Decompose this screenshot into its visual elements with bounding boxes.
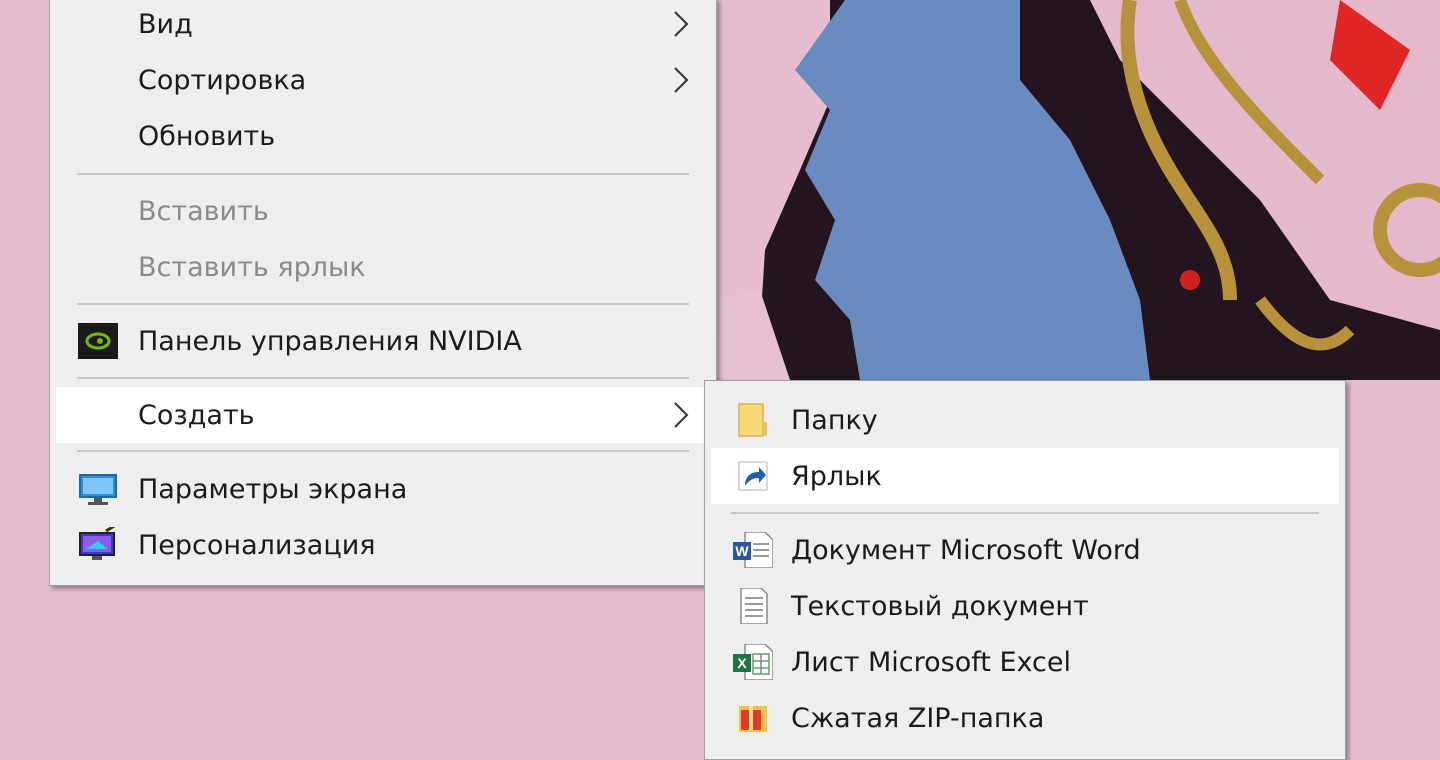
chevron-right-icon: [674, 67, 689, 93]
personalization-icon: [79, 527, 116, 560]
menu-item-label: Сортировка: [138, 64, 307, 96]
submenu-item-label: Документ Microsoft Word: [791, 534, 1141, 566]
folder-icon: [738, 403, 767, 437]
chevron-right-icon: [674, 402, 689, 428]
menu-separator: [77, 450, 689, 452]
svg-text:W: W: [735, 543, 749, 559]
menu-item-label: Создать: [138, 399, 255, 431]
menu-item-refresh[interactable]: Обновить: [56, 108, 710, 164]
menu-item-label: Обновить: [138, 120, 276, 152]
menu-item-label: Вставить: [138, 195, 269, 227]
submenu-item-label: Лист Microsoft Excel: [791, 646, 1071, 678]
menu-separator: [77, 173, 689, 175]
menu-item-label: Панель управления NVIDIA: [138, 325, 522, 357]
excel-sheet-icon: X: [733, 644, 773, 680]
submenu-item-label: Текстовый документ: [791, 590, 1089, 622]
submenu-item-zip-folder[interactable]: Сжатая ZIP-папка: [711, 690, 1339, 746]
menu-item-paste-shortcut: Вставить ярлык: [56, 239, 710, 295]
menu-item-sort[interactable]: Сортировка: [56, 52, 710, 108]
desktop-context-menu: Вид Сортировка Обновить Вставить Вставит…: [49, 0, 717, 586]
menu-separator: [77, 303, 689, 305]
word-document-icon: W: [733, 532, 773, 568]
menu-item-nvidia-control-panel[interactable]: Панель управления NVIDIA: [56, 313, 710, 369]
menu-item-display-settings[interactable]: Параметры экрана: [56, 461, 710, 517]
nvidia-icon: [78, 323, 118, 359]
submenu-item-word-document[interactable]: W Документ Microsoft Word: [711, 522, 1339, 578]
zip-folder-icon: [739, 706, 767, 732]
shortcut-icon: [738, 461, 768, 491]
chevron-right-icon: [674, 11, 689, 37]
menu-separator: [731, 512, 1319, 514]
submenu-item-folder[interactable]: Папку: [711, 392, 1339, 448]
menu-item-new[interactable]: Создать: [56, 387, 710, 443]
menu-item-label: Вставить ярлык: [138, 251, 366, 283]
submenu-item-label: Папку: [791, 404, 878, 436]
submenu-item-excel-sheet[interactable]: X Лист Microsoft Excel: [711, 634, 1339, 690]
submenu-item-label: Сжатая ZIP-папка: [791, 702, 1045, 734]
submenu-item-shortcut[interactable]: Ярлык: [711, 448, 1339, 504]
menu-separator: [77, 377, 689, 379]
submenu-item-text-document[interactable]: Текстовый документ: [711, 578, 1339, 634]
submenu-item-label: Ярлык: [791, 460, 882, 492]
display-settings-icon: [79, 474, 117, 505]
menu-item-label: Персонализация: [138, 529, 376, 561]
menu-item-view[interactable]: Вид: [56, 0, 710, 52]
menu-item-personalization[interactable]: Персонализация: [56, 517, 710, 573]
menu-item-label: Параметры экрана: [138, 473, 408, 505]
menu-item-paste: Вставить: [56, 183, 710, 239]
text-document-icon: [740, 588, 768, 624]
new-submenu: Папку Ярлык W Документ Microsoft Word Те…: [704, 380, 1346, 760]
menu-item-label: Вид: [138, 8, 193, 40]
svg-text:X: X: [737, 655, 747, 671]
